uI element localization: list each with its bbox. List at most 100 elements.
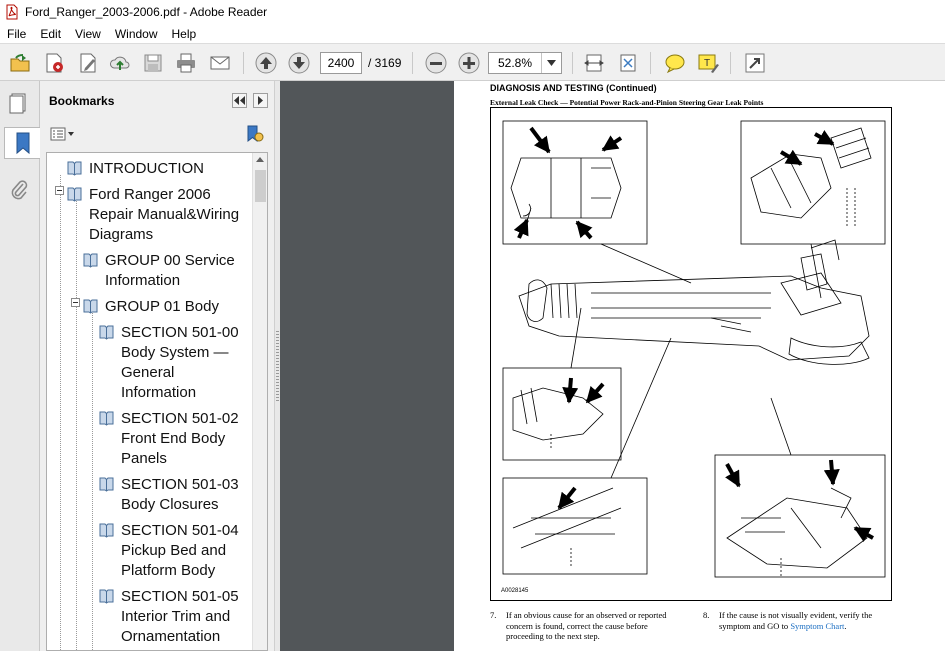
bookmark-group-00[interactable]: GROUP 00 Service Information (83, 251, 235, 291)
bookmark-icon (83, 253, 98, 268)
bookmark-settings-icon[interactable] (245, 125, 265, 143)
toolbar-separator (412, 52, 413, 74)
toolbar-separator (243, 52, 244, 74)
step-text: If an obvious cause for an observed or r… (506, 610, 667, 641)
collapse-panel-icon[interactable] (232, 93, 247, 108)
chevron-right-icon[interactable] (253, 93, 268, 108)
bookmark-ford-ranger-2006[interactable]: Ford Ranger 2006 Repair Manual&Wiring Di… (67, 185, 239, 245)
bookmark-label: SECTION 501-04 Pickup Bed and Platform B… (121, 522, 239, 579)
bookmark-icon (83, 299, 98, 314)
bookmark-label: SECTION 501-00 Body System — General Inf… (121, 324, 239, 401)
navigation-rail (0, 81, 40, 651)
bookmark-icon (99, 589, 114, 604)
fit-page-icon[interactable] (616, 51, 640, 75)
title-bar: Ford_Ranger_2003-2006.pdf - Adobe Reader (0, 0, 945, 24)
bookmarks-title: Bookmarks (49, 94, 115, 108)
figure-code: A0028145 (501, 588, 529, 594)
adobe-reader-icon (4, 4, 20, 20)
zoom-out-icon[interactable] (424, 51, 448, 75)
highlight-text-icon[interactable]: T (696, 51, 720, 75)
bookmark-icon (99, 523, 114, 538)
step-number: 7. (490, 610, 497, 620)
step-text-after: . (844, 620, 847, 631)
zoom-select[interactable]: 52.8% (488, 52, 562, 74)
toolbar-separator (650, 52, 651, 74)
scrollbar-thumb[interactable] (255, 170, 266, 202)
email-icon[interactable] (208, 51, 232, 75)
bookmarks-header: Bookmarks (40, 81, 274, 119)
menu-file[interactable]: File (0, 27, 33, 41)
page-subheading: External Leak Check — Potential Power Ra… (490, 98, 764, 107)
bookmark-section-501-02[interactable]: SECTION 501-02 Front End Body Panels (99, 409, 239, 469)
tree-connector (76, 199, 77, 650)
menu-bar: File Edit View Window Help (0, 24, 945, 43)
options-menu-icon (50, 127, 74, 141)
toolbar-separator (572, 52, 573, 74)
bookmarks-panel: Bookmarks INTRODUCTION Ford Ranger 2006 … (40, 81, 274, 651)
bookmark-label: GROUP 00 Service Information (105, 252, 235, 289)
pdf-page: DIAGNOSIS AND TESTING (Continued) Extern… (454, 81, 945, 651)
menu-window[interactable]: Window (108, 27, 165, 41)
bookmarks-tree: INTRODUCTION Ford Ranger 2006 Repair Man… (46, 152, 268, 651)
tree-connector (60, 175, 61, 650)
open-file-icon[interactable] (8, 51, 32, 75)
page-thumbnails-icon[interactable] (4, 87, 34, 119)
attachments-icon[interactable] (4, 173, 34, 205)
bookmark-section-501-03[interactable]: SECTION 501-03 Body Closures (99, 475, 239, 515)
print-icon[interactable] (174, 51, 198, 75)
page-total: / 3169 (368, 56, 402, 70)
menu-view[interactable]: View (68, 27, 108, 41)
symptom-chart-link[interactable]: Symptom Chart (790, 621, 844, 631)
svg-text:T: T (704, 58, 710, 69)
bookmark-icon (67, 161, 82, 176)
bookmark-icon (99, 477, 114, 492)
collapse-toggle[interactable] (71, 298, 80, 307)
bookmark-section-501-05[interactable]: SECTION 501-05 Interior Trim and Ornamen… (99, 587, 239, 647)
bookmarks-icon[interactable] (4, 127, 40, 159)
zoom-value: 52.8% (497, 56, 533, 70)
page-number-input[interactable]: 2400 (320, 52, 362, 74)
bookmark-label: GROUP 01 Body (105, 298, 219, 315)
bookmark-section-501-04[interactable]: SECTION 501-04 Pickup Bed and Platform B… (99, 521, 239, 581)
fit-width-icon[interactable] (582, 51, 606, 75)
upload-cloud-icon[interactable] (108, 51, 132, 75)
expand-icon[interactable] (743, 51, 767, 75)
menu-edit[interactable]: Edit (33, 27, 68, 41)
menu-help[interactable]: Help (165, 27, 204, 41)
previous-page-icon[interactable] (254, 51, 278, 75)
bookmark-options-button[interactable] (50, 126, 76, 142)
save-icon[interactable] (141, 51, 165, 75)
steering-gear-illustration: A0028145 (490, 107, 892, 601)
splitter-grip[interactable] (276, 331, 279, 401)
bookmark-label: Ford Ranger 2006 Repair Manual&Wiring Di… (89, 186, 240, 243)
bookmark-icon (99, 325, 114, 340)
bookmark-introduction[interactable]: INTRODUCTION (67, 159, 204, 179)
create-pdf-icon[interactable] (42, 51, 66, 75)
chevron-down-icon[interactable] (541, 53, 561, 73)
tree-connector (92, 305, 93, 650)
toolbar: 2400 / 3169 52.8% T (0, 43, 945, 81)
page-heading: DIAGNOSIS AND TESTING (Continued) (490, 83, 657, 93)
bookmark-icon (99, 411, 114, 426)
step-text: If the cause is not visually evident, ve… (719, 610, 872, 631)
document-view[interactable]: DIAGNOSIS AND TESTING (Continued) Extern… (280, 81, 945, 651)
bookmark-label: SECTION 501-03 Body Closures (121, 476, 239, 513)
scroll-up-icon[interactable] (256, 157, 264, 162)
bookmarks-toolbar (40, 119, 274, 149)
steering-gear-diagram (502, 120, 886, 578)
zoom-in-icon[interactable] (457, 51, 481, 75)
bookmark-group-01[interactable]: GROUP 01 Body (83, 297, 219, 317)
bookmark-section-501-00[interactable]: SECTION 501-00 Body System — General Inf… (99, 323, 239, 403)
step-number: 8. (703, 610, 710, 620)
collapse-toggle[interactable] (55, 186, 64, 195)
edit-document-icon[interactable] (76, 51, 100, 75)
bookmarks-scrollbar[interactable] (252, 153, 267, 650)
next-page-icon[interactable] (287, 51, 311, 75)
bookmark-label: SECTION 501-02 Front End Body Panels (121, 410, 239, 467)
toolbar-separator (730, 52, 731, 74)
window-title: Ford_Ranger_2003-2006.pdf - Adobe Reader (25, 5, 268, 19)
bookmark-label: INTRODUCTION (89, 160, 204, 177)
bookmark-icon (67, 187, 82, 202)
comment-icon[interactable] (663, 51, 687, 75)
bookmark-label: SECTION 501-05 Interior Trim and Ornamen… (121, 588, 239, 645)
